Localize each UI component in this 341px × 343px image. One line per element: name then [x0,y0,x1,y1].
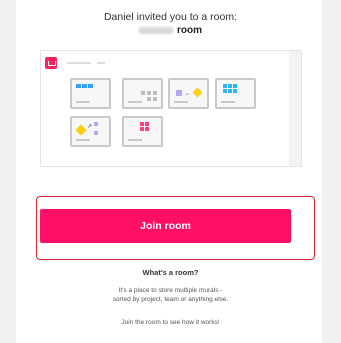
info-footer: Join the room to see how it works! [121,319,220,326]
room-preview-image: → ↗ [40,50,302,167]
room-name-label: room [177,25,202,36]
info-description-line: sorted by project, team or anything else… [112,296,229,303]
preview-header-bar [97,62,105,64]
preview-sidebar [289,51,301,166]
mural-thumbnail [122,78,163,109]
arrow-icon: ↗ [87,124,93,130]
invite-message: Daniel invited you to a room: [103,11,238,23]
join-room-button[interactable]: Join room [40,209,291,243]
mural-logo-icon [45,57,57,69]
preview-header-bar [67,62,91,64]
mural-thumbnail [70,78,111,109]
mural-thumbnail [122,116,163,147]
room-name: room [0,25,341,36]
mural-thumbnail: ↗ [70,116,111,147]
info-description: It's a place to store multiple murals - … [0,286,341,304]
info-title: What's a room? [142,268,199,277]
mural-thumbnail: → [168,78,209,109]
arrow-right-icon: → [184,91,190,97]
redacted-text [139,26,173,34]
mural-thumbnail [215,78,256,109]
info-description-line: It's a place to store multiple murals - [118,287,223,294]
